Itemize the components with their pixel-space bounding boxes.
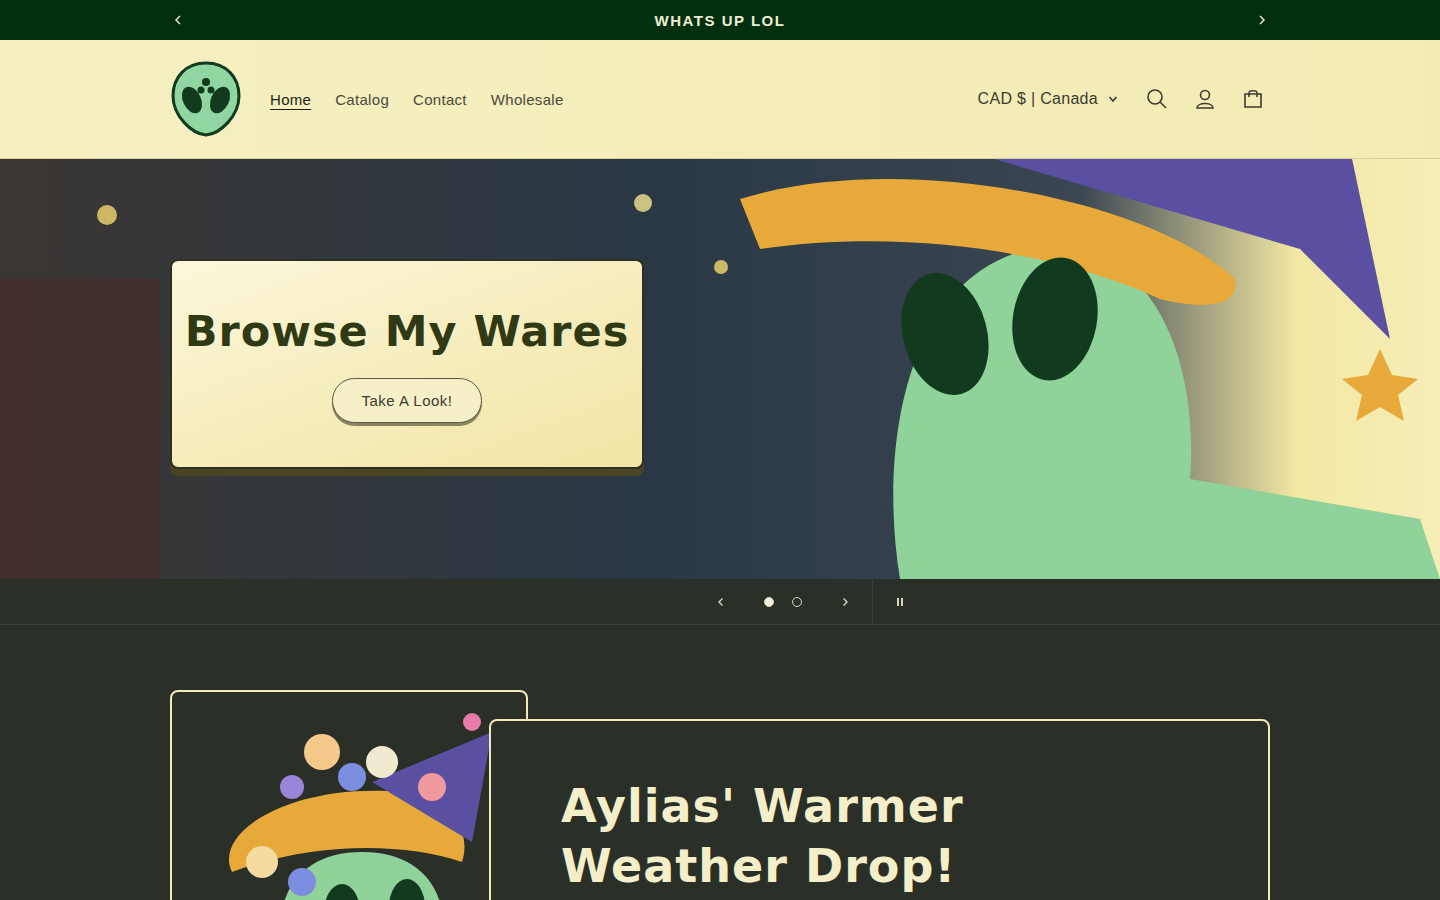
- site-header: Home Catalog Contact Wholesale CAD $ | Canad…: [0, 40, 1440, 159]
- take-a-look-button[interactable]: Take A Look!: [332, 378, 481, 423]
- hero-banner: Browse My Wares Take A Look!: [0, 159, 1440, 579]
- search-icon: [1146, 88, 1168, 110]
- cart-icon: [1242, 88, 1264, 110]
- slide-next-button[interactable]: [832, 589, 858, 615]
- nav-link[interactable]: Home: [270, 91, 311, 108]
- feature-card: Aylias' Warmer Weather Drop!: [489, 719, 1270, 900]
- chevron-left-icon: [172, 14, 184, 26]
- locale-label: CAD $ | Canada: [978, 90, 1098, 108]
- alien-logo-icon[interactable]: [170, 60, 242, 138]
- search-button[interactable]: [1140, 82, 1174, 116]
- announcement-prev-button[interactable]: [168, 10, 188, 30]
- pause-icon: [895, 597, 905, 607]
- announcement-bar: WHATS UP LOL: [0, 0, 1440, 40]
- hero-card: Browse My Wares Take A Look!: [170, 259, 644, 469]
- alien-flower-hat-illustration: [172, 692, 528, 900]
- controls-divider: [872, 579, 873, 625]
- nav-link[interactable]: Wholesale: [491, 91, 564, 108]
- nav-link[interactable]: Contact: [413, 91, 467, 108]
- slide-prev-button[interactable]: [708, 589, 734, 615]
- feature-section: Aylias' Warmer Weather Drop!: [0, 625, 1440, 900]
- chevron-right-icon: [840, 597, 850, 607]
- hero-heading: Browse My Wares: [185, 306, 630, 356]
- announcement-text: WHATS UP LOL: [655, 12, 786, 29]
- slide-dot[interactable]: [764, 597, 774, 607]
- feature-heading: Aylias' Warmer Weather Drop!: [561, 777, 1161, 897]
- chevron-down-icon: [1108, 94, 1118, 104]
- chevron-left-icon: [716, 597, 726, 607]
- chevron-right-icon: [1256, 14, 1268, 26]
- cart-button[interactable]: [1236, 82, 1270, 116]
- account-icon: [1194, 88, 1216, 110]
- account-button[interactable]: [1188, 82, 1222, 116]
- locale-selector[interactable]: CAD $ | Canada: [970, 84, 1126, 114]
- slideshow-controls: [0, 579, 1440, 625]
- slide-dot[interactable]: [792, 597, 802, 607]
- main-nav: Home Catalog Contact Wholesale: [270, 91, 564, 108]
- autoplay-toggle-button[interactable]: [887, 589, 913, 615]
- store-page: WHATS UP LOL Home Catalog Contact Wholesale C…: [0, 0, 1440, 900]
- feature-image: [170, 690, 528, 900]
- nav-link[interactable]: Catalog: [335, 91, 389, 108]
- slide-dots: [748, 597, 818, 607]
- announcement-next-button[interactable]: [1252, 10, 1272, 30]
